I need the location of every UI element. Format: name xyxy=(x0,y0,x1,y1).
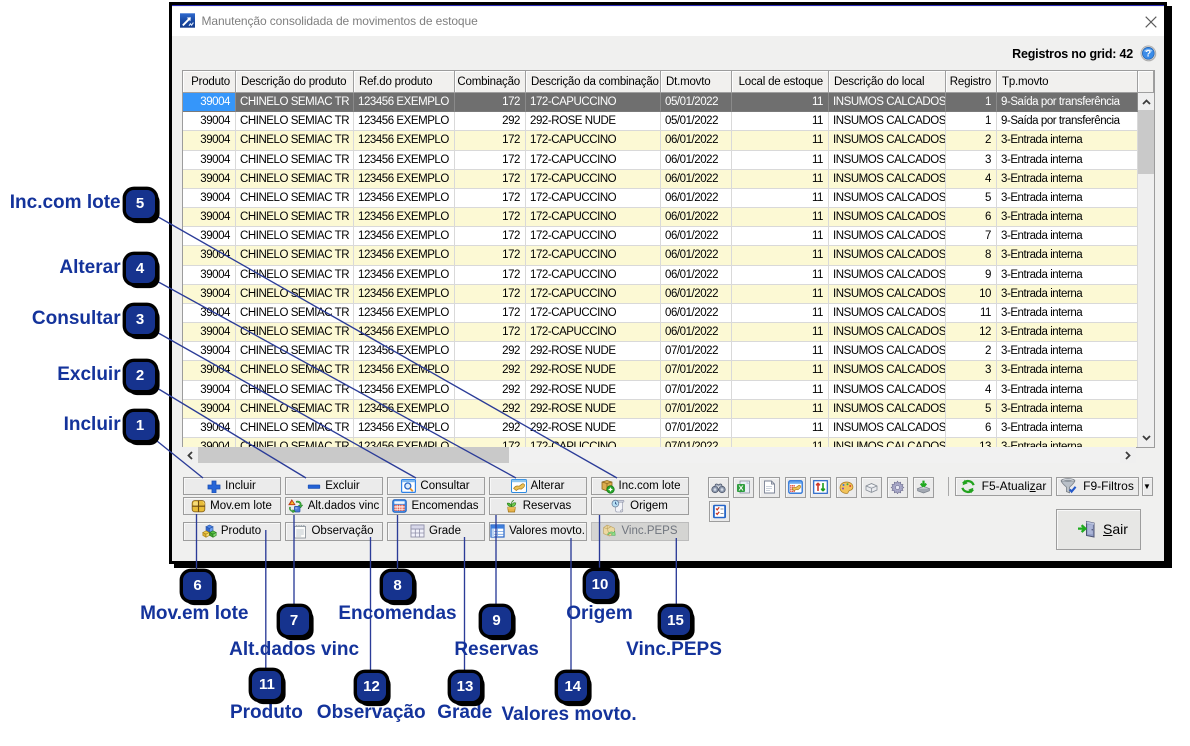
svg-text:X: X xyxy=(739,484,744,493)
svg-text:?: ? xyxy=(1145,49,1151,60)
